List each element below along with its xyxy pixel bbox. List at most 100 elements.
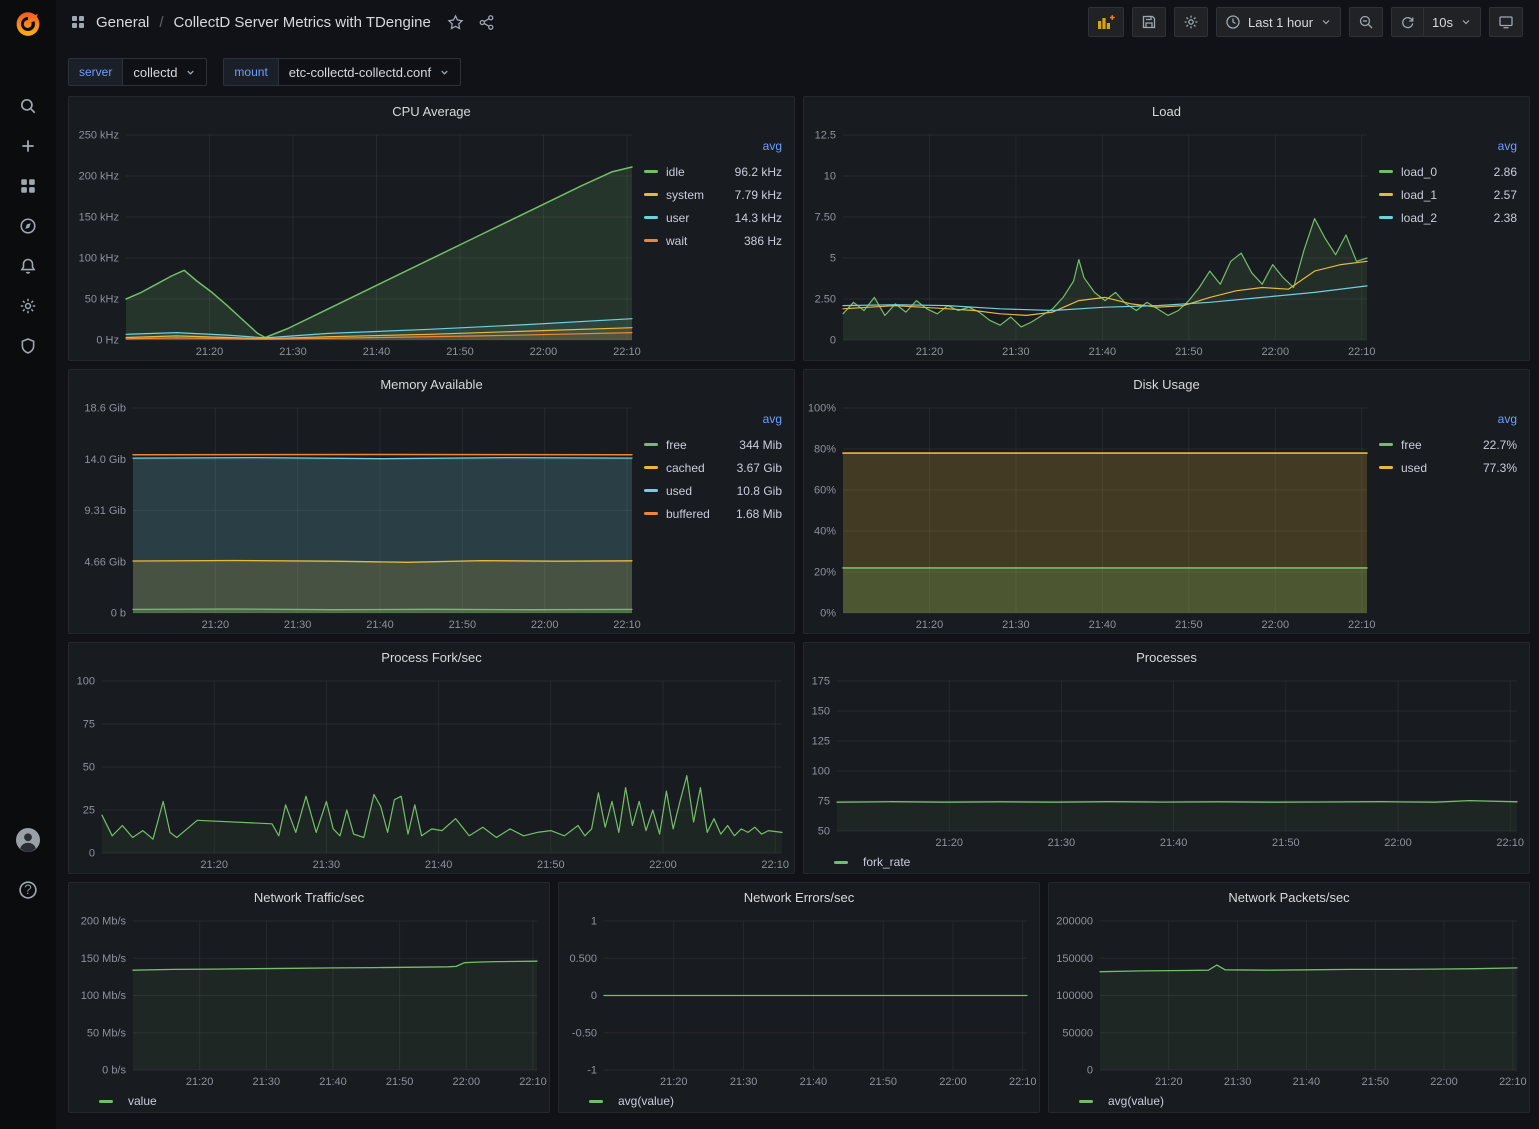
series-color-swatch bbox=[589, 1100, 603, 1103]
svg-text:10: 10 bbox=[824, 171, 836, 183]
legend-item-avg(value)[interactable]: avg(value) bbox=[589, 1094, 674, 1108]
variable-mount-select[interactable]: etc-collectd-collectd.conf bbox=[278, 58, 461, 86]
sidebar-item-alerting[interactable] bbox=[10, 248, 46, 284]
svg-text:0: 0 bbox=[89, 848, 95, 860]
legend-series-value: 7.79 kHz bbox=[735, 188, 782, 202]
panel-process-fork: Process Fork/sec 100755025021:2021:3021:… bbox=[68, 642, 795, 874]
series-color-swatch bbox=[644, 193, 658, 196]
memory-available-legend: avgfree344 Mibcached3.67 Gibused10.8 Gib… bbox=[644, 398, 794, 633]
sidebar-help[interactable]: ? bbox=[10, 872, 46, 908]
load-chart[interactable]: 12.5107.5052.50021:2021:3021:4021:5022:0… bbox=[804, 125, 1379, 360]
legend-item-system[interactable]: system7.79 kHz bbox=[644, 183, 794, 206]
star-icon[interactable] bbox=[447, 14, 464, 31]
load-legend: avgload_02.86load_12.57load_22.38 bbox=[1379, 125, 1529, 360]
svg-text:250 kHz: 250 kHz bbox=[79, 130, 119, 142]
zoom-out-button[interactable] bbox=[1349, 7, 1383, 37]
legend-item-avg(value)[interactable]: avg(value) bbox=[1079, 1094, 1164, 1108]
sidebar-item-configuration[interactable] bbox=[10, 288, 46, 324]
add-panel-button[interactable] bbox=[1088, 7, 1124, 37]
svg-text:21:20: 21:20 bbox=[935, 837, 963, 849]
processes-chart[interactable]: 175150125100755021:2021:3021:4021:5022:0… bbox=[804, 671, 1529, 851]
sidebar-user-avatar[interactable] bbox=[10, 822, 46, 858]
svg-text:21:20: 21:20 bbox=[202, 619, 230, 631]
svg-text:21:50: 21:50 bbox=[1361, 1076, 1389, 1088]
legend-avg-header: avg bbox=[1379, 412, 1529, 433]
legend-item-user[interactable]: user14.3 kHz bbox=[644, 206, 794, 229]
dashboard-settings-button[interactable] bbox=[1174, 7, 1208, 37]
legend-item-load_1[interactable]: load_12.57 bbox=[1379, 183, 1529, 206]
series-color-swatch bbox=[1079, 1100, 1093, 1103]
panel-title-network-packets[interactable]: Network Packets/sec bbox=[1228, 890, 1349, 905]
network-traffic-chart[interactable]: 200 Mb/s150 Mb/s100 Mb/s50 Mb/s0 b/s21:2… bbox=[69, 911, 549, 1090]
sidebar-item-search[interactable] bbox=[10, 88, 46, 124]
legend-item-fork_rate[interactable]: fork_rate bbox=[834, 855, 910, 869]
sidebar-item-explore[interactable] bbox=[10, 208, 46, 244]
series-color-swatch bbox=[644, 170, 658, 173]
panel-cpu-average: CPU Average 250 kHz200 kHz150 kHz100 kHz… bbox=[68, 96, 795, 361]
refresh-interval-dropdown[interactable]: 10s bbox=[1423, 7, 1481, 37]
panel-network-packets: Network Packets/sec 20000015000010000050… bbox=[1048, 882, 1530, 1113]
svg-text:21:30: 21:30 bbox=[1002, 619, 1030, 631]
save-dashboard-button[interactable] bbox=[1132, 7, 1166, 37]
svg-text:50 Mb/s: 50 Mb/s bbox=[87, 1027, 127, 1039]
sidebar-item-create[interactable] bbox=[10, 128, 46, 164]
legend-series-name: idle bbox=[644, 165, 685, 179]
legend-item-buffered[interactable]: buffered1.68 Mib bbox=[644, 502, 794, 525]
svg-text:21:30: 21:30 bbox=[1224, 1076, 1252, 1088]
panel-title-cpu-average[interactable]: CPU Average bbox=[392, 104, 471, 119]
svg-text:100: 100 bbox=[812, 766, 830, 778]
refresh-button[interactable] bbox=[1391, 7, 1423, 37]
svg-text:100%: 100% bbox=[808, 403, 836, 415]
panel-title-network-traffic[interactable]: Network Traffic/sec bbox=[254, 890, 364, 905]
cycle-view-button[interactable] bbox=[1489, 7, 1523, 37]
network-errors-chart[interactable]: 10.5000-0.50-121:2021:3021:4021:5022:002… bbox=[559, 911, 1039, 1090]
legend-item-idle[interactable]: idle96.2 kHz bbox=[644, 160, 794, 183]
panel-title-load[interactable]: Load bbox=[1152, 104, 1181, 119]
variable-server-select[interactable]: collectd bbox=[122, 58, 207, 86]
panel-title-disk-usage[interactable]: Disk Usage bbox=[1133, 377, 1199, 392]
svg-text:75: 75 bbox=[818, 796, 830, 808]
panel-load: Load 12.5107.5052.50021:2021:3021:4021:5… bbox=[803, 96, 1530, 361]
panel-title-memory-available[interactable]: Memory Available bbox=[380, 377, 482, 392]
svg-text:21:30: 21:30 bbox=[730, 1076, 758, 1088]
memory-available-chart[interactable]: 18.6 Gib14.0 Gib9.31 Gib4.66 Gib0 b21:20… bbox=[69, 398, 644, 633]
panel-title-processes[interactable]: Processes bbox=[1136, 650, 1197, 665]
legend-series-value: 2.57 bbox=[1494, 188, 1517, 202]
disk-usage-chart[interactable]: 100%80%60%40%20%0%21:2021:3021:4021:5022… bbox=[804, 398, 1379, 633]
sidebar-item-dashboards[interactable] bbox=[10, 168, 46, 204]
legend-item-free[interactable]: free344 Mib bbox=[644, 433, 794, 456]
legend-item-value[interactable]: value bbox=[99, 1094, 157, 1108]
network-packets-chart[interactable]: 20000015000010000050000021:2021:3021:402… bbox=[1049, 911, 1529, 1090]
panel-title-network-errors[interactable]: Network Errors/sec bbox=[744, 890, 855, 905]
network-traffic-legend: value bbox=[69, 1090, 549, 1112]
cpu-average-chart[interactable]: 250 kHz200 kHz150 kHz100 kHz50 kHz0 Hz21… bbox=[69, 125, 644, 360]
grafana-logo[interactable] bbox=[0, 0, 56, 48]
network-packets-legend: avg(value) bbox=[1049, 1090, 1529, 1112]
legend-series-name: user bbox=[644, 211, 689, 225]
time-range-picker[interactable]: Last 1 hour bbox=[1216, 7, 1341, 37]
panel-title-process-fork[interactable]: Process Fork/sec bbox=[381, 650, 481, 665]
series-color-swatch bbox=[644, 239, 658, 242]
process-fork-chart[interactable]: 100755025021:2021:3021:4021:5022:0022:10 bbox=[69, 671, 794, 873]
svg-text:0: 0 bbox=[591, 990, 597, 1002]
legend-item-free[interactable]: free22.7% bbox=[1379, 433, 1529, 456]
svg-text:22:00: 22:00 bbox=[649, 859, 677, 871]
series-color-swatch bbox=[99, 1100, 113, 1103]
legend-item-load_2[interactable]: load_22.38 bbox=[1379, 206, 1529, 229]
series-color-swatch bbox=[1379, 466, 1393, 469]
network-errors-legend: avg(value) bbox=[559, 1090, 1039, 1112]
legend-item-used[interactable]: used10.8 Gib bbox=[644, 479, 794, 502]
legend-item-cached[interactable]: cached3.67 Gib bbox=[644, 456, 794, 479]
svg-text:21:40: 21:40 bbox=[1089, 346, 1117, 358]
panel-memory-available: Memory Available 18.6 Gib14.0 Gib9.31 Gi… bbox=[68, 369, 795, 634]
share-icon[interactable] bbox=[478, 14, 495, 31]
svg-text:22:10: 22:10 bbox=[613, 346, 641, 358]
breadcrumb-folder[interactable]: General bbox=[96, 14, 149, 31]
legend-item-load_0[interactable]: load_02.86 bbox=[1379, 160, 1529, 183]
sidebar-item-server-admin[interactable] bbox=[10, 328, 46, 364]
breadcrumb: General / CollectD Server Metrics with T… bbox=[70, 14, 431, 31]
legend-item-wait[interactable]: wait386 Hz bbox=[644, 229, 794, 252]
legend-item-used[interactable]: used77.3% bbox=[1379, 456, 1529, 479]
chart-svg: 175150125100755021:2021:3021:4021:5022:0… bbox=[804, 671, 1529, 851]
svg-text:22:10: 22:10 bbox=[613, 619, 641, 631]
